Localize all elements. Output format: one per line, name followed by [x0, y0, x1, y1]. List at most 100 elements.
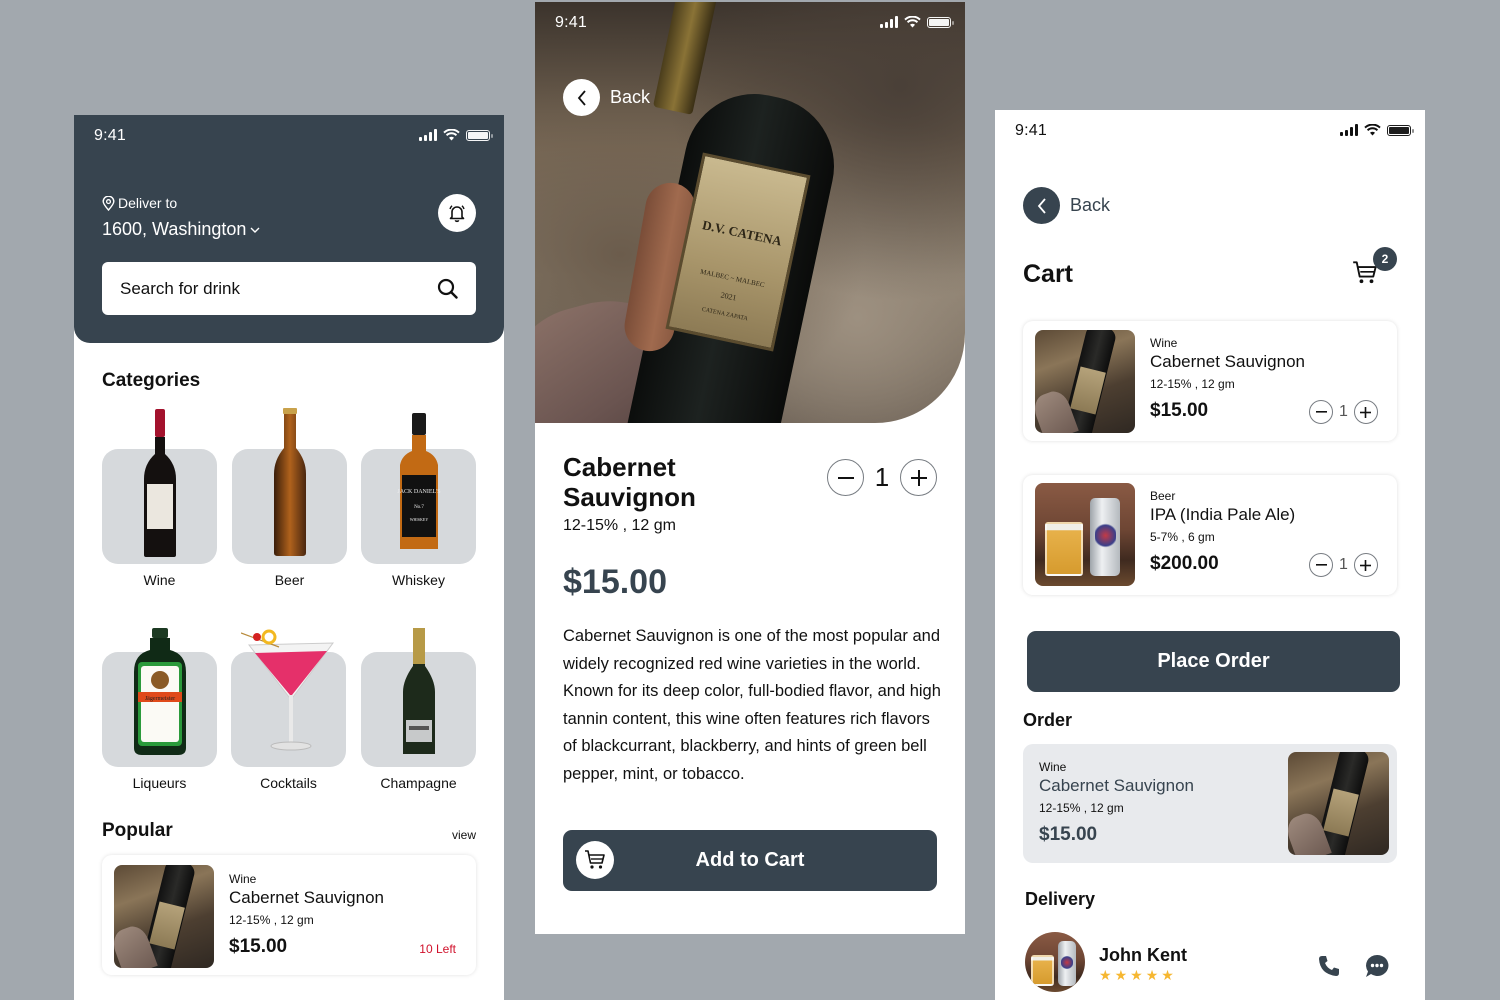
cocktail-glass-icon	[231, 625, 346, 755]
svg-text:Jägermeister: Jägermeister	[144, 696, 174, 702]
popular-title: Popular	[102, 820, 173, 841]
add-to-cart-button[interactable]: Add to Cart	[563, 830, 937, 891]
deliver-to-label: Deliver to	[102, 195, 177, 211]
search-icon[interactable]	[437, 278, 458, 299]
minus-icon	[837, 476, 854, 479]
quantity-stepper: 1	[827, 459, 937, 496]
status-bar: 9:41	[535, 2, 965, 46]
cart-item: Wine Cabernet Sauvignon 12-15% , 12 gm $…	[1023, 321, 1397, 441]
location-pin-icon	[102, 195, 115, 211]
whiskey-bottle-icon: JACK DANIEL'S No.7 WHISKEY	[361, 413, 476, 553]
product-thumbnail	[1035, 330, 1135, 433]
popular-product-card[interactable]: Wine Cabernet Sauvignon 12-15% , 12 gm $…	[102, 855, 476, 975]
phone-icon	[1319, 956, 1339, 976]
champagne-bottle-icon	[361, 628, 476, 758]
product-description: Cabernet Sauvignon is one of the most po…	[563, 627, 941, 783]
increment-button[interactable]	[900, 459, 937, 496]
product-price: $15.00	[1039, 824, 1098, 845]
chat-button[interactable]	[1363, 952, 1391, 980]
beer-bottle-icon	[232, 408, 347, 558]
product-title: Cabernet Sauvignon	[563, 452, 696, 512]
wifi-icon	[904, 16, 921, 28]
decrement-button[interactable]	[827, 459, 864, 496]
address-text: 1600, Washington	[102, 219, 247, 239]
product-detail-screen: D.V. CATENA MALBEC ~ MALBEC 2021 CATENA …	[535, 2, 965, 934]
product-name: Cabernet Sauvignon	[229, 888, 385, 907]
back-label: Back	[1070, 195, 1111, 215]
category-liqueurs[interactable]: Jägermeister Liqueurs	[102, 625, 217, 805]
cart-screen: 9:41 Back Cart 2 Wine Cabernet Sauvignon…	[995, 110, 1425, 1000]
product-category: Beer	[1150, 489, 1176, 503]
wifi-icon	[1364, 124, 1381, 136]
status-time: 9:41	[1015, 122, 1047, 139]
delivery-title: Delivery	[1025, 889, 1096, 909]
signal-icon	[1340, 124, 1358, 136]
product-spec: 5-7% , 6 gm	[1150, 530, 1215, 544]
decrement-button[interactable]	[1309, 553, 1333, 577]
product-spec: 12-15% , 12 gm	[229, 913, 314, 927]
quantity-value: 1	[874, 462, 890, 492]
category-label: Cocktails	[260, 775, 317, 791]
battery-icon	[927, 16, 954, 28]
product-category: Wine	[1039, 760, 1067, 774]
back-label: Back	[610, 87, 651, 107]
order-title: Order	[1023, 710, 1073, 730]
star-icon: ★	[1161, 967, 1174, 983]
product-name: IPA (India Pale Ale)	[1150, 505, 1296, 524]
category-label: Beer	[274, 572, 305, 588]
call-button[interactable]	[1315, 952, 1343, 980]
category-wine[interactable]: Wine	[102, 405, 217, 595]
category-beer[interactable]: Beer	[232, 405, 347, 595]
minus-icon	[1315, 564, 1327, 566]
decrement-button[interactable]	[1309, 400, 1333, 424]
wifi-icon	[443, 129, 460, 141]
address-selector[interactable]: 1600, Washington	[102, 219, 260, 240]
chevron-left-icon	[577, 89, 586, 106]
status-bar: 9:41	[995, 110, 1425, 154]
star-icon: ★	[1145, 967, 1159, 983]
categories-title: Categories	[102, 370, 201, 391]
chevron-down-icon	[250, 227, 260, 233]
notifications-button[interactable]	[438, 194, 476, 232]
svg-text:WHISKEY: WHISKEY	[409, 517, 428, 522]
courier-rating: ★ ★ ★ ★ ★	[1099, 967, 1174, 984]
category-champagne[interactable]: Champagne	[361, 625, 476, 805]
category-whiskey[interactable]: JACK DANIEL'S No.7 WHISKEY Whiskey	[361, 405, 476, 595]
star-icon: ★	[1114, 967, 1128, 983]
product-price: $15.00	[563, 563, 667, 601]
product-thumbnail	[1288, 752, 1389, 855]
stock-badge: 10 Left	[419, 942, 456, 956]
quantity-value: 1	[1339, 403, 1348, 420]
order-summary-card: Wine Cabernet Sauvignon 12-15% , 12 gm $…	[1023, 744, 1397, 863]
increment-button[interactable]	[1353, 553, 1378, 577]
cart-count-badge: 2	[1373, 247, 1397, 271]
view-all-link[interactable]: view	[452, 828, 476, 842]
star-icon: ★	[1099, 967, 1112, 983]
back-button[interactable]: Back	[1023, 187, 1110, 224]
quantity-stepper: 1	[1309, 553, 1378, 577]
cart-icon-circle	[576, 841, 614, 879]
svg-text:No.7: No.7	[414, 505, 424, 510]
back-circle	[563, 79, 600, 116]
category-cocktails[interactable]: Cocktails	[231, 625, 346, 805]
quantity-value: 1	[1339, 556, 1348, 573]
battery-icon	[1387, 124, 1414, 136]
quantity-stepper: 1	[1309, 400, 1378, 424]
increment-button[interactable]	[1353, 400, 1378, 424]
category-label: Whiskey	[392, 572, 445, 588]
product-spec: 12-15% , 12 gm	[563, 517, 676, 534]
product-price: $200.00	[1150, 553, 1219, 574]
category-label: Champagne	[380, 775, 457, 791]
wine-bottle-icon	[102, 409, 217, 559]
search-input[interactable]	[120, 278, 437, 299]
signal-icon	[419, 129, 437, 141]
back-button[interactable]: Back	[563, 79, 650, 116]
star-icon: ★	[1130, 967, 1143, 983]
courier-avatar	[1025, 932, 1085, 992]
search-bar	[102, 262, 476, 315]
plus-icon	[910, 469, 927, 486]
place-order-button[interactable]: Place Order	[1027, 631, 1400, 692]
product-hero-image: D.V. CATENA MALBEC ~ MALBEC 2021 CATENA …	[535, 2, 965, 423]
battery-icon	[466, 129, 493, 141]
product-thumbnail	[1035, 483, 1135, 586]
